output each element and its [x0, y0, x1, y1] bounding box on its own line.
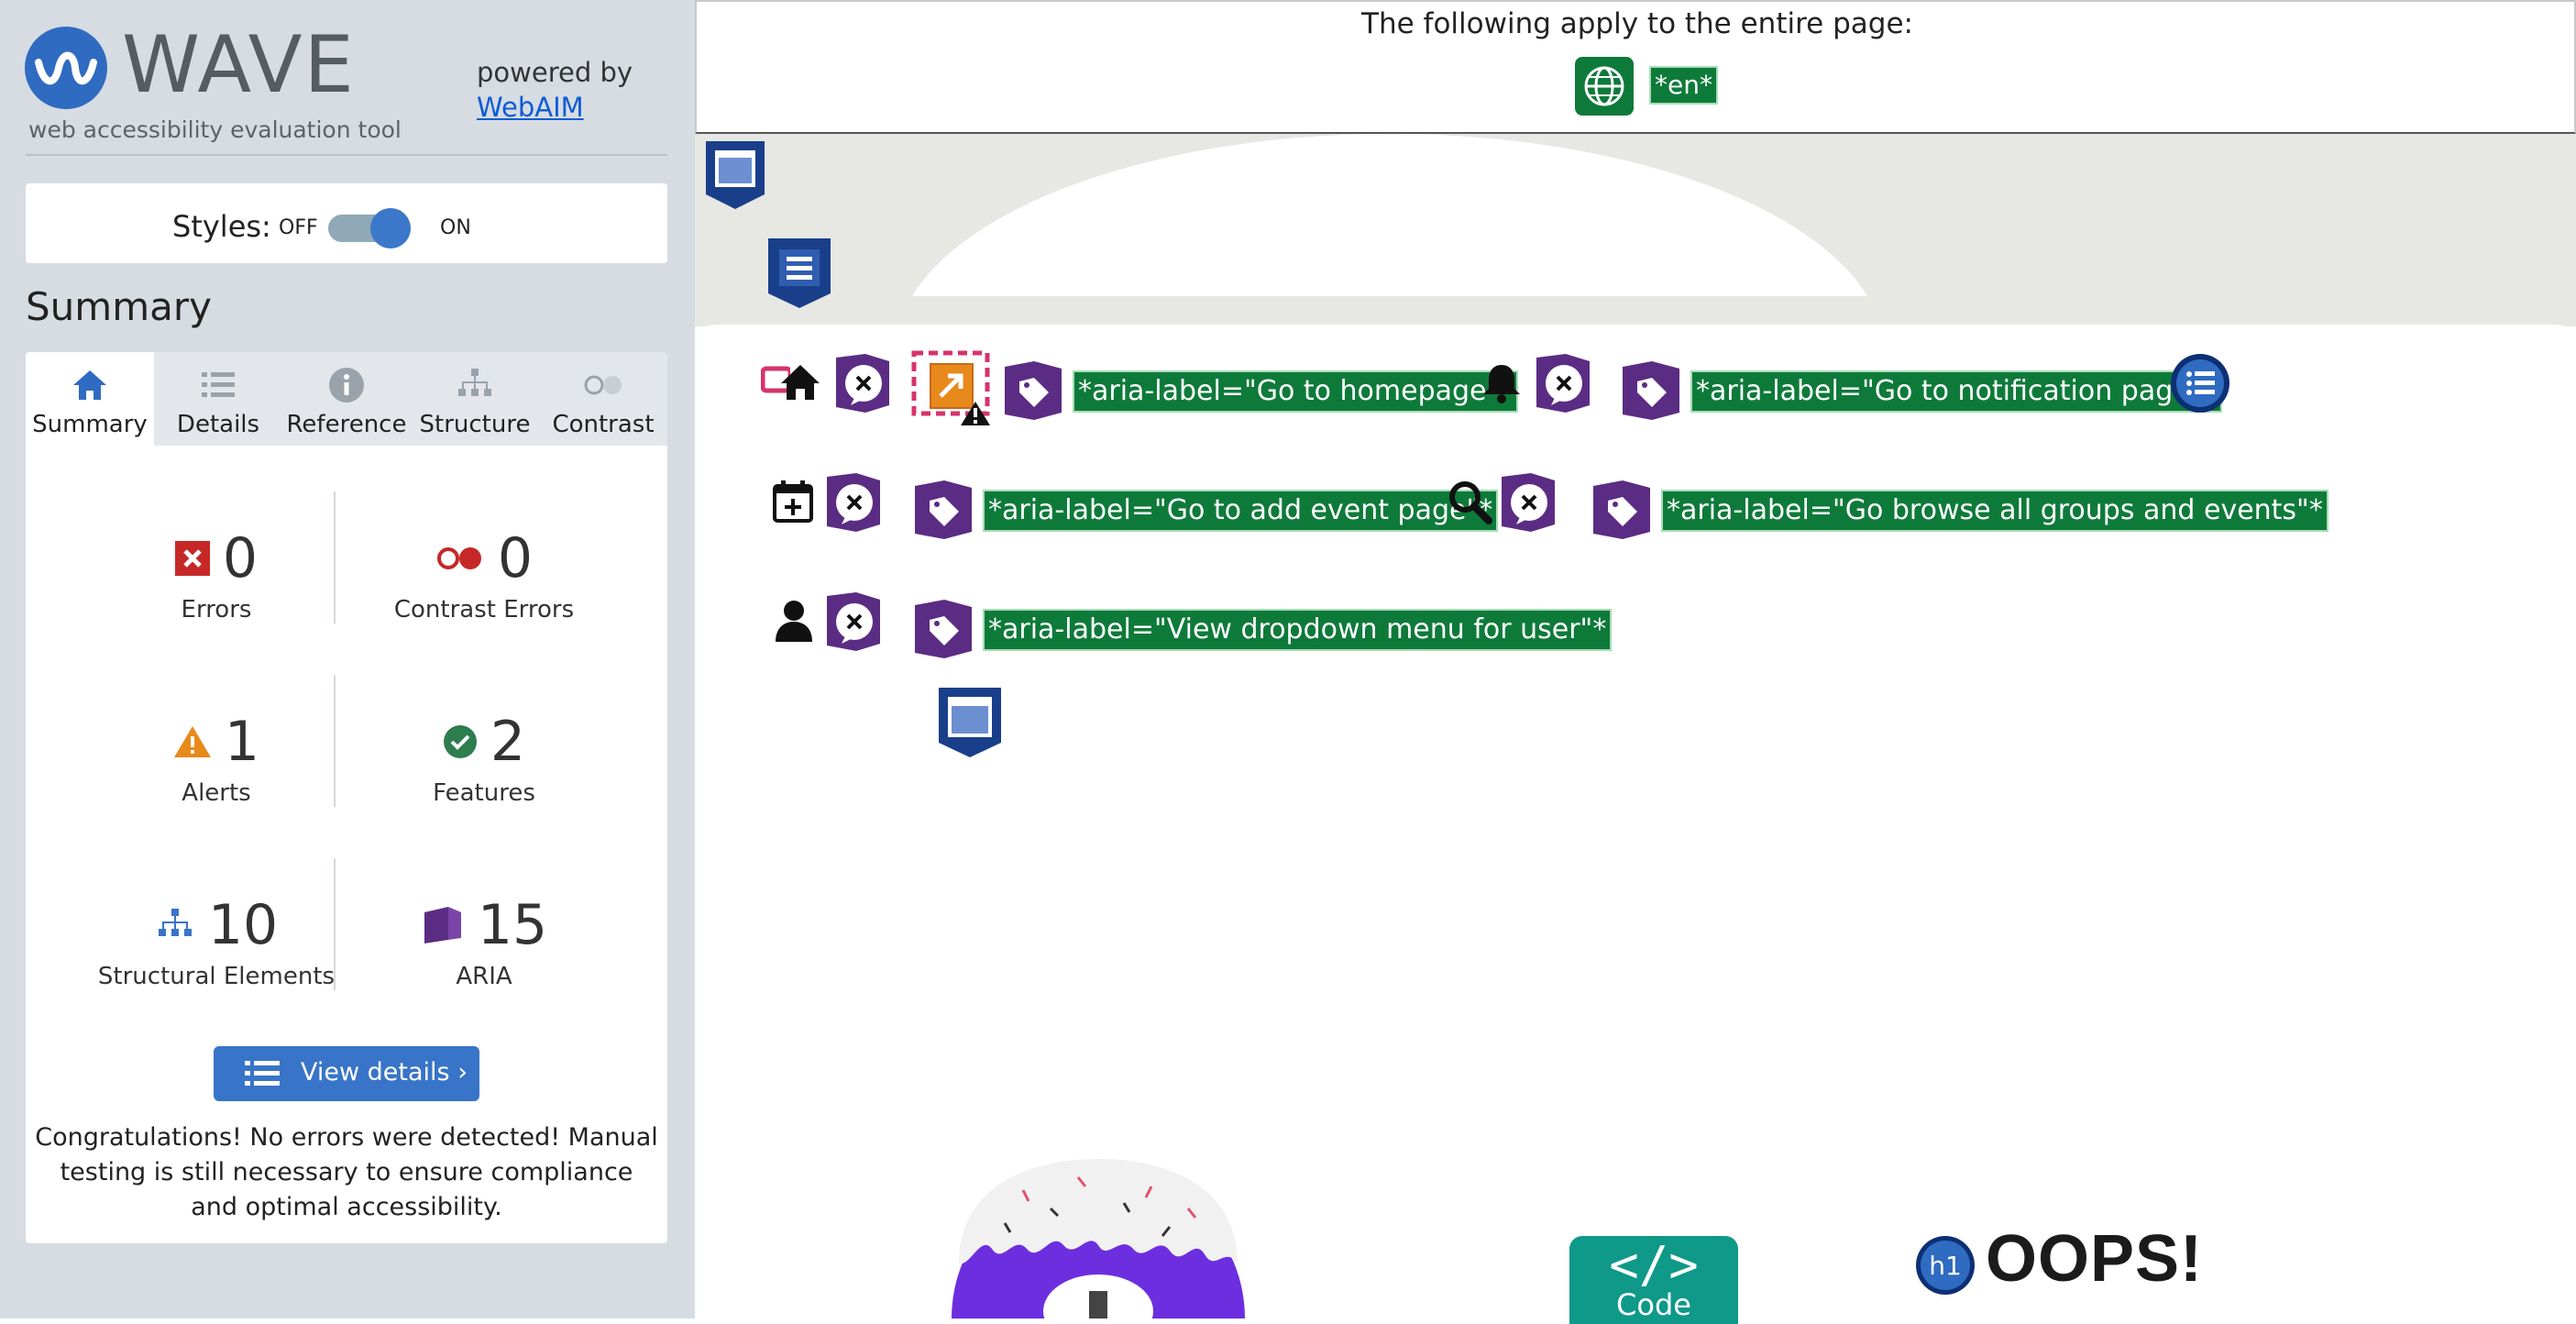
powered-by-label: powered by	[477, 57, 633, 88]
aria-hidden-icon[interactable]	[832, 352, 893, 416]
contrast-error-icon	[436, 547, 481, 569]
list-icon	[202, 372, 235, 397]
tab-label: Contrast	[552, 411, 655, 438]
bell-icon[interactable]	[1481, 361, 1522, 403]
view-details-button[interactable]: View details ›	[214, 1046, 479, 1101]
tab-label: Details	[176, 411, 260, 438]
language-tag[interactable]: *en*	[1649, 66, 1718, 105]
aria-banner-landmark-icon[interactable]	[702, 138, 768, 211]
evaluated-page: The following apply to the entire page: …	[695, 0, 2576, 1324]
unordered-list-icon[interactable]	[2169, 352, 2231, 414]
wave-sidebar: WAVE web accessibility evaluation tool p…	[0, 0, 695, 1318]
brand-name: WAVE	[122, 19, 356, 111]
tab-label: Reference	[286, 411, 407, 438]
webaim-link[interactable]: WebAIM	[477, 92, 584, 123]
contrast-icon	[584, 375, 622, 395]
aria-label-home[interactable]: *aria-label="Go to homepage"*	[1073, 370, 1519, 413]
list-icon	[245, 1061, 280, 1086]
heading-level-badge-icon[interactable]: h1	[1914, 1234, 1976, 1296]
divider	[334, 491, 336, 623]
aria-label-tag-icon[interactable]	[1001, 359, 1065, 424]
aria-label-add-event[interactable]: *aria-label="Go to add event page"*	[983, 490, 1499, 532]
errors-label: Errors	[181, 596, 252, 623]
panel-tabs: Summary Details Reference Structure Cont…	[26, 352, 667, 446]
page-heading: OOPS!	[1986, 1222, 2204, 1296]
powered-by: powered by WebAIM	[477, 55, 633, 125]
styles-off-label: OFF	[279, 216, 318, 239]
styles-label: Styles:	[172, 209, 271, 244]
search-icon[interactable]	[1447, 479, 1492, 524]
tab-structure[interactable]: Structure	[411, 352, 539, 446]
home-icon	[73, 370, 106, 400]
page-notice-bar: The following apply to the entire page: …	[695, 0, 2576, 134]
structure-icon	[158, 909, 192, 936]
aria-label-tag-icon[interactable]	[1619, 359, 1683, 424]
aria-region-landmark-icon[interactable]	[935, 684, 1005, 759]
divider	[334, 675, 336, 807]
donut-illustration	[952, 1159, 1245, 1318]
styles-toggle-knob[interactable]	[370, 208, 411, 248]
code-toggle-button[interactable]: </> Code	[1569, 1236, 1738, 1324]
contrast-errors-label: Contrast Errors	[393, 596, 575, 623]
structural-count: 10	[207, 893, 279, 957]
code-label: Code	[1616, 1287, 1691, 1322]
alerts-count: 1	[224, 710, 260, 774]
structural-label: Structural Elements	[97, 963, 336, 990]
aria-hidden-icon[interactable]	[823, 471, 884, 535]
errors-count: 0	[222, 526, 259, 590]
tab-details[interactable]: Details	[154, 352, 282, 446]
stat-features[interactable]: 2 Features	[337, 710, 631, 807]
alert-icon	[173, 726, 211, 757]
tab-label: Structure	[419, 411, 531, 438]
aria-count: 15	[477, 893, 548, 957]
stat-errors[interactable]: 0 Errors	[70, 526, 363, 623]
aria-label-tag-icon[interactable]	[911, 598, 975, 662]
view-details-label: View details ›	[301, 1058, 468, 1087]
aria-label-tag-icon[interactable]	[911, 479, 975, 543]
aria-hidden-icon[interactable]	[823, 590, 884, 655]
aria-label-caption: ARIA	[456, 963, 512, 990]
stat-aria[interactable]: 15 ARIA	[337, 893, 631, 990]
heading-badge-text: h1	[1929, 1251, 1962, 1281]
aria-navigation-landmark-icon[interactable]	[765, 235, 834, 310]
aria-hidden-icon[interactable]	[1533, 352, 1593, 416]
divider	[26, 154, 667, 156]
redundant-link-alert-icon[interactable]	[911, 350, 994, 427]
summary-panel: Summary Details Reference Structure Cont…	[26, 352, 667, 1243]
contrast-errors-count: 0	[497, 526, 534, 590]
user-icon[interactable]	[774, 598, 814, 644]
congrats-message: Congratulations! No errors were detected…	[35, 1123, 658, 1221]
calendar-add-icon[interactable]	[772, 479, 814, 524]
language-globe-icon[interactable]	[1575, 57, 1634, 116]
tab-contrast[interactable]: Contrast	[539, 352, 667, 446]
stat-contrast-errors[interactable]: 0 Contrast Errors	[337, 526, 631, 623]
styles-toggle-panel: Styles: OFF ON	[26, 183, 667, 263]
features-label: Features	[433, 779, 535, 807]
code-symbol: </>	[1609, 1236, 1699, 1294]
feature-check-icon	[443, 725, 477, 758]
aria-label-tag-icon[interactable]	[1590, 479, 1654, 543]
info-icon	[329, 368, 364, 403]
aria-label-user-menu[interactable]: *aria-label="View dropdown menu for user…	[983, 609, 1613, 651]
tab-summary[interactable]: Summary	[26, 352, 154, 446]
styles-on-label: ON	[440, 216, 471, 239]
alerts-label: Alerts	[182, 779, 251, 807]
aria-label-browse[interactable]: *aria-label="Go browse all groups and ev…	[1661, 490, 2328, 532]
summary-heading: Summary	[26, 284, 212, 329]
wave-logo-icon	[25, 27, 107, 109]
aria-label-notification[interactable]: *aria-label="Go to notification page"*	[1690, 370, 2222, 413]
aria-cube-icon	[424, 907, 461, 943]
brand-tagline: web accessibility evaluation tool	[28, 116, 402, 143]
aria-hidden-icon[interactable]	[1498, 471, 1558, 535]
error-icon	[174, 541, 210, 576]
tab-label: Summary	[32, 411, 148, 438]
page-notice: The following apply to the entire page:	[1361, 7, 1913, 40]
divider	[334, 858, 336, 990]
tab-reference[interactable]: Reference	[282, 352, 411, 446]
stat-alerts[interactable]: 1 Alerts	[70, 710, 363, 807]
features-count: 2	[490, 710, 526, 774]
structure-icon	[458, 369, 491, 396]
stat-structural-elements[interactable]: 10 Structural Elements	[70, 893, 363, 990]
home-icon[interactable]	[779, 363, 821, 402]
